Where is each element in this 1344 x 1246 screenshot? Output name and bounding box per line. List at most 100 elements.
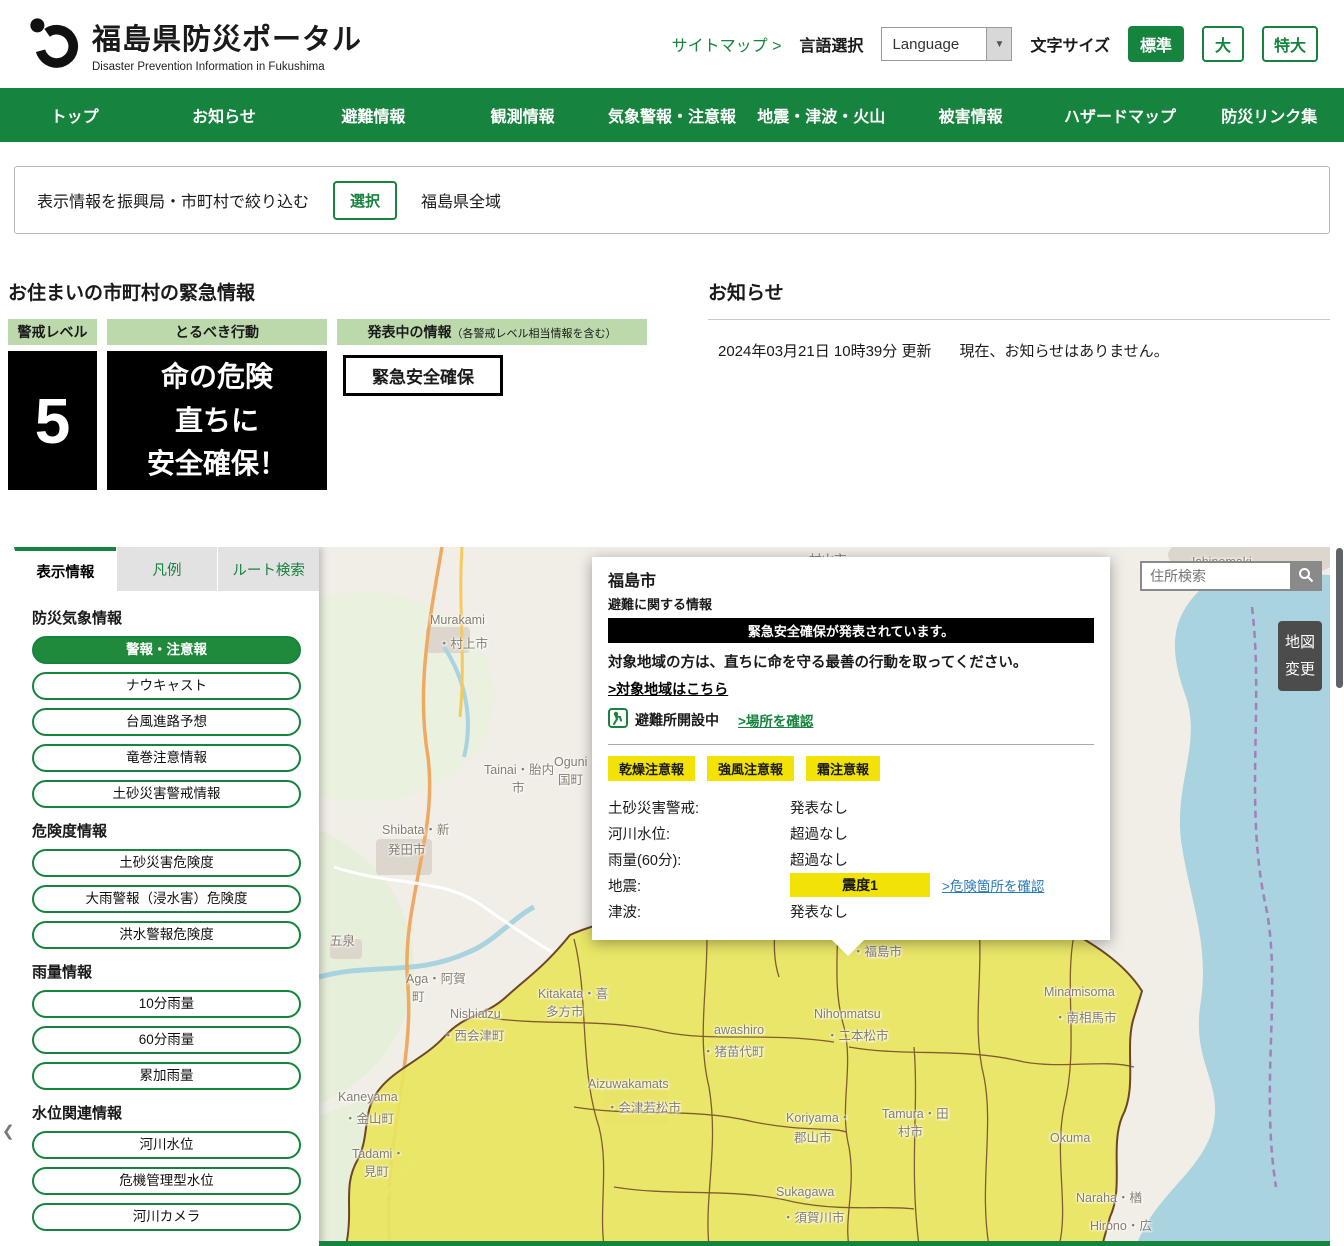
map-label: Kitakata・喜 <box>538 987 609 1001</box>
site-logo-link[interactable]: 福島県防災ポータル Disaster Prevention Informatio… <box>26 14 362 75</box>
nav-observation-info[interactable]: 観測情報 <box>448 88 597 142</box>
popup-emergency-banner: 緊急安全確保が発表されています。 <box>608 618 1094 643</box>
seismic-intensity-badge: 震度1 <box>790 873 930 897</box>
action-label: とるべき行動 <box>107 319 327 345</box>
map-label: Kaneyama <box>338 1090 398 1104</box>
action-to-take-box: 命の危険 直ちに 安全確保！ <box>107 351 327 490</box>
popup-instruction: 対象地域の方は、直ちに命を守る最善の行動を取ってください。 <box>608 655 1028 671</box>
map-label: Aizuwakamats <box>588 1077 669 1091</box>
main-nav: トップ お知らせ 避難情報 観測情報 気象警報・注意報 地震・津波・火山 被害情… <box>0 88 1344 142</box>
map-label: Koriyama・ <box>786 1111 852 1125</box>
nav-evacuation-info[interactable]: 避難情報 <box>299 88 448 142</box>
map-label: 発田市 <box>388 843 426 857</box>
layer-typhoon-track-button[interactable]: 台風進路予想 <box>32 708 301 736</box>
section-water-level-info: 水位関連情報 <box>32 1105 123 1122</box>
news-message: 現在、お知らせはありません。 <box>959 343 1169 360</box>
evacuation-shelter-icon <box>608 708 628 731</box>
popup-divider <box>608 744 1094 745</box>
layer-river-level-button[interactable]: 河川水位 <box>32 1131 301 1159</box>
map-label: Sukagawa <box>776 1185 835 1199</box>
nav-hazard-map[interactable]: ハザードマップ <box>1045 88 1194 142</box>
map-layer-panel: 表示情報 凡例 ルート検索 防災気象情報 警報・注意報 ナウキャスト 台風進路予… <box>14 547 320 1246</box>
map-label: 五泉 <box>330 934 356 948</box>
layer-heavyrain-flood-risk-button[interactable]: 大雨警報（浸水害）危険度 <box>32 885 301 913</box>
layer-landslide-warning-button[interactable]: 土砂災害警戒情報 <box>32 780 301 808</box>
nav-news[interactable]: お知らせ <box>149 88 298 142</box>
layer-crisis-water-level-button[interactable]: 危機管理型水位 <box>32 1167 301 1195</box>
shelter-location-link[interactable]: >場所を確認 <box>738 710 813 730</box>
map-label: Aga・阿賀 <box>406 972 466 986</box>
chevron-down-icon: ▼ <box>986 28 1012 60</box>
nav-earthquake-tsunami-volcano[interactable]: 地震・津波・火山 <box>747 88 896 142</box>
row-earthquake: 地震: 震度1 >危険箇所を確認 <box>608 872 1094 898</box>
section-rainfall-info: 雨量情報 <box>32 964 93 981</box>
map-change-button[interactable]: 地図 変更 <box>1278 621 1322 691</box>
layer-flood-warning-risk-button[interactable]: 洪水警報危険度 <box>32 921 301 949</box>
map-label: Tamura・田 <box>882 1107 949 1121</box>
layer-tornado-advisory-button[interactable]: 竜巻注意情報 <box>32 744 301 772</box>
emergency-safety-badge: 緊急安全確保 <box>343 355 503 396</box>
news-updated-timestamp: 2024年03月21日 10時39分 更新 <box>718 343 932 360</box>
site-subtitle: Disaster Prevention Information in Fukus… <box>92 60 325 73</box>
fontsize-large-button[interactable]: 大 <box>1201 26 1244 62</box>
language-select[interactable]: Language ▼ <box>881 27 1013 61</box>
row-tsunami: 津波: 発表なし <box>608 904 848 921</box>
layer-rain-60min-button[interactable]: 60分雨量 <box>32 1026 301 1054</box>
target-area-link[interactable]: >対象地域はこちら <box>608 679 728 699</box>
page-scrollbar-thumb[interactable] <box>1336 548 1343 688</box>
map-label: ・西会津町 <box>442 1029 505 1043</box>
sidebar-collapse-chevron[interactable]: ❮ <box>2 1122 15 1140</box>
fontsize-label: 文字サイズ <box>1030 38 1110 55</box>
nav-damage-info[interactable]: 被害情報 <box>896 88 1045 142</box>
fontsize-standard-button[interactable]: 標準 <box>1127 26 1184 62</box>
tab-route-search[interactable]: ルート検索 <box>217 547 320 591</box>
layer-rain-cumulative-button[interactable]: 累加雨量 <box>32 1062 301 1090</box>
map-label: awashiro <box>714 1023 765 1037</box>
layer-rain-10min-button[interactable]: 10分雨量 <box>32 990 301 1018</box>
map-label: 多方市 <box>546 1005 584 1019</box>
advisory-badge-wind: 強風注意報 <box>707 756 795 781</box>
shelter-status: 避難所開設中 <box>635 711 719 728</box>
nav-top[interactable]: トップ <box>0 88 149 142</box>
address-search-input[interactable] <box>1140 561 1290 591</box>
map-label: Murakami <box>430 613 485 627</box>
site-title: 福島県防災ポータル <box>92 23 363 56</box>
nav-weather-warnings[interactable]: 気象警報・注意報 <box>597 88 746 142</box>
advisory-badge-frost: 霜注意報 <box>806 756 881 781</box>
sitemap-link[interactable]: サイトマップ > <box>672 32 782 56</box>
advisory-badge-dry: 乾燥注意報 <box>608 756 696 781</box>
address-search-button[interactable] <box>1290 561 1322 591</box>
nav-disaster-links[interactable]: 防災リンク集 <box>1195 88 1344 142</box>
layer-warning-advisory-button[interactable]: 警報・注意報 <box>32 636 301 664</box>
map-label: Tadami・ <box>352 1147 405 1161</box>
address-search <box>1140 561 1322 591</box>
popup-subtitle: 避難に関する情報 <box>608 597 713 612</box>
map-label: ・猪苗代町 <box>702 1045 765 1059</box>
tab-display-info[interactable]: 表示情報 <box>14 547 116 591</box>
news-heading: お知らせ <box>708 278 1330 320</box>
row-river-level: 河川水位: 超過なし <box>608 826 848 843</box>
map-label: ・二本松市 <box>826 1029 889 1043</box>
region-select-button[interactable]: 選択 <box>333 180 398 220</box>
language-label: 言語選択 <box>799 38 864 55</box>
map-label: ・須賀川市 <box>782 1211 845 1225</box>
news-section: お知らせ 2024年03月21日 10時39分 更新 現在、お知らせはありません… <box>700 278 1330 490</box>
map-label: Shibata・新 <box>382 823 450 837</box>
map-canvas[interactable]: 村山市IshinomakiMurakami・村上市Tainai・胎内市Oguni… <box>14 547 1330 1246</box>
alert-level-label: 警戒レベル <box>8 319 97 345</box>
map-label: 市 <box>512 781 525 795</box>
map-label: 見町 <box>364 1165 390 1179</box>
danger-spots-link[interactable]: >危険箇所を確認 <box>942 875 1044 895</box>
tab-legend[interactable]: 凡例 <box>115 547 218 591</box>
fontsize-xlarge-button[interactable]: 特大 <box>1261 26 1318 62</box>
layer-nowcast-button[interactable]: ナウキャスト <box>32 672 301 700</box>
map-label: Okuma <box>1050 1131 1091 1145</box>
layer-river-camera-button[interactable]: 河川カメラ <box>32 1203 301 1231</box>
map-label: Minamisoma <box>1044 985 1115 999</box>
map-label: Tainai・胎内 <box>484 763 555 777</box>
region-filter-label: 表示情報を振興局・市町村で絞り込む <box>37 194 310 211</box>
row-rain-60min: 雨量(60分): 超過なし <box>608 852 848 869</box>
region-filter-bar: 表示情報を振興局・市町村で絞り込む 選択 福島県全域 <box>14 166 1330 234</box>
map-label: Nihonmatsu <box>814 1007 881 1021</box>
layer-landslide-risk-button[interactable]: 土砂災害危険度 <box>32 849 301 877</box>
